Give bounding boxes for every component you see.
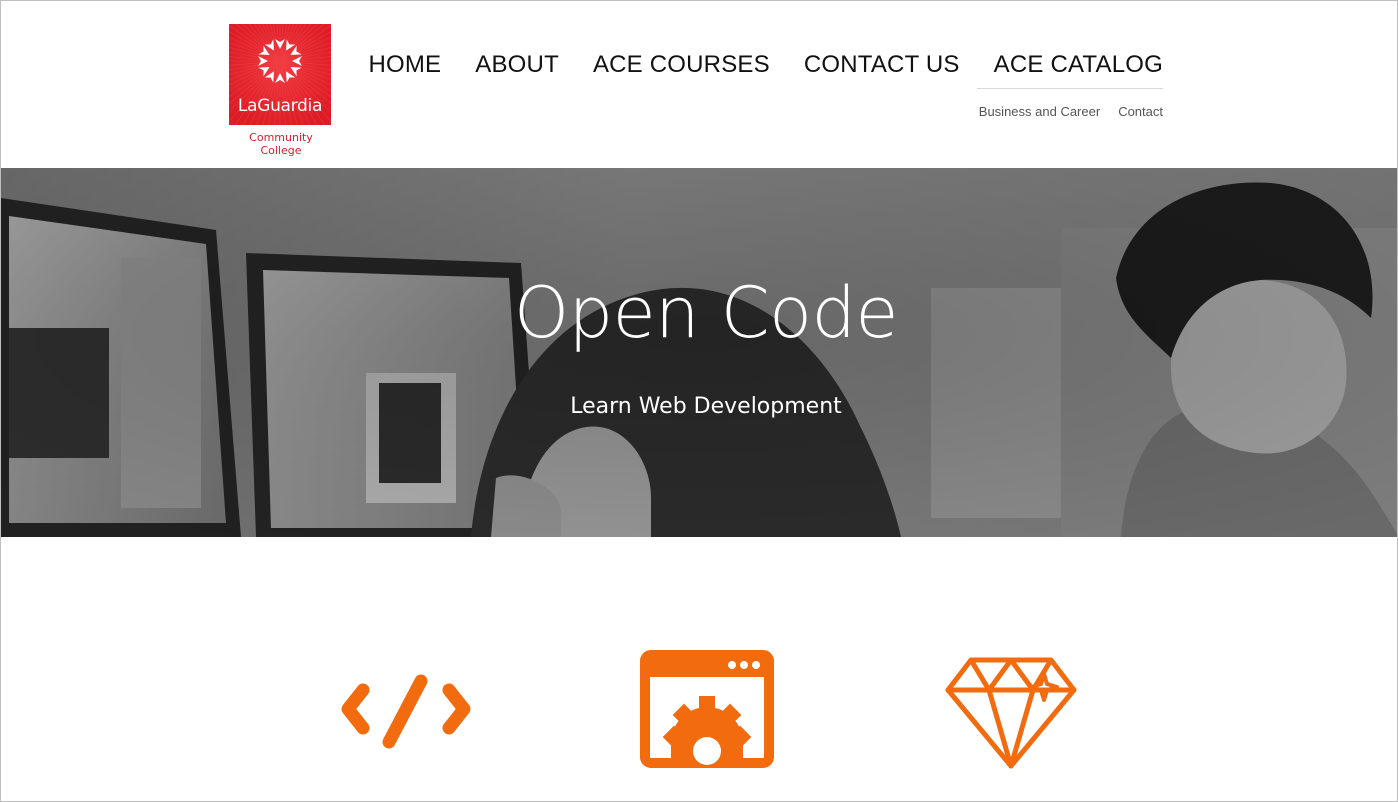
logo-name: LaGuardia: [237, 96, 323, 116]
college-logo[interactable]: LaGuardia Community College: [229, 24, 333, 157]
logo-mark: LaGuardia: [229, 24, 331, 125]
subnav-business-and-career[interactable]: Business and Career: [979, 104, 1100, 119]
sub-nav-divider: [977, 88, 1163, 89]
subnav-contact[interactable]: Contact: [1118, 104, 1163, 119]
nav-contact-us[interactable]: CONTACT US: [804, 51, 960, 79]
logo-subtitle: Community College: [249, 131, 313, 157]
page: LaGuardia Community College HOME ABOUT A…: [0, 0, 1398, 802]
browser-gear-icon: [640, 650, 774, 768]
nav-ace-catalog[interactable]: ACE CATALOG: [994, 51, 1163, 79]
diamond-icon: [945, 657, 1077, 769]
nav-about[interactable]: ABOUT: [475, 51, 559, 79]
main-nav: HOME ABOUT ACE COURSES CONTACT US ACE CA…: [368, 51, 1163, 79]
features-section: [1, 537, 1397, 801]
code-icon: [341, 674, 471, 749]
sub-nav: Business and Career Contact: [979, 104, 1163, 119]
site-header: LaGuardia Community College HOME ABOUT A…: [1, 1, 1397, 168]
hero-subtitle: Learn Web Development: [570, 394, 842, 419]
hero-banner: Open Code Learn Web Development: [1, 168, 1397, 537]
nav-home[interactable]: HOME: [368, 51, 441, 79]
nav-ace-courses[interactable]: ACE COURSES: [593, 51, 770, 79]
hero-title: Open Code: [514, 272, 898, 354]
